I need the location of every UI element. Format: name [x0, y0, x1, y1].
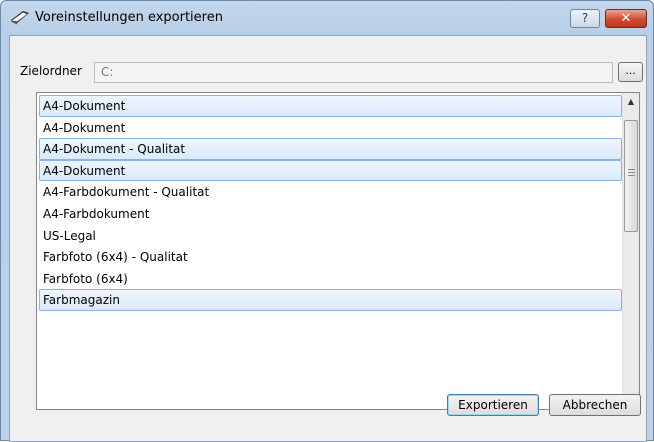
list-item[interactable]: A4-Dokument [39, 117, 622, 139]
list-item[interactable]: A4-Dokument [39, 159, 622, 182]
list-item[interactable]: Farbfoto (6x4) [39, 268, 622, 290]
export-presets-dialog: Voreinstellungen exportieren ? ✕ Zielord… [0, 0, 654, 442]
target-folder-label: Zielordner [20, 64, 82, 78]
browse-button[interactable]: ... [618, 62, 643, 82]
list-item[interactable]: A4-Dokument [39, 95, 622, 117]
scroll-up-arrow-icon[interactable]: ▲ [623, 93, 639, 110]
dialog-body: Zielordner C: ... A4-Dokument A4-Dokument… [9, 35, 647, 442]
close-button[interactable]: ✕ [605, 9, 647, 28]
cancel-button[interactable]: Abbrechen [549, 394, 641, 416]
window-title: Voreinstellungen exportieren [35, 10, 223, 25]
list-item[interactable]: Farbfoto (6x4) - Qualitat [39, 246, 622, 268]
export-button[interactable]: Exportieren [447, 394, 539, 416]
target-folder-field[interactable]: C: [94, 62, 613, 83]
list-item[interactable]: A4-Farbdokument [39, 203, 622, 225]
presets-list[interactable]: A4-Dokument A4-Dokument A4-Dokument - Qual… [36, 92, 640, 410]
presets-list-items: A4-Dokument A4-Dokument A4-Dokument - Qual… [38, 95, 622, 311]
list-item[interactable]: A4-Dokument - Qualitat [39, 138, 622, 160]
list-item[interactable]: US-Legal [39, 225, 622, 247]
list-item[interactable]: Farbmagazin [39, 289, 622, 311]
title-bar[interactable]: Voreinstellungen exportieren ? ✕ [1, 1, 653, 35]
vertical-scrollbar[interactable]: ▲ ▼ [622, 93, 639, 409]
scroll-thumb[interactable] [624, 120, 638, 232]
help-button[interactable]: ? [570, 9, 600, 28]
grip-icon [628, 169, 635, 176]
scanner-app-icon [11, 11, 29, 25]
list-item[interactable]: A4-Farbdokument - Qualitat [39, 181, 622, 203]
